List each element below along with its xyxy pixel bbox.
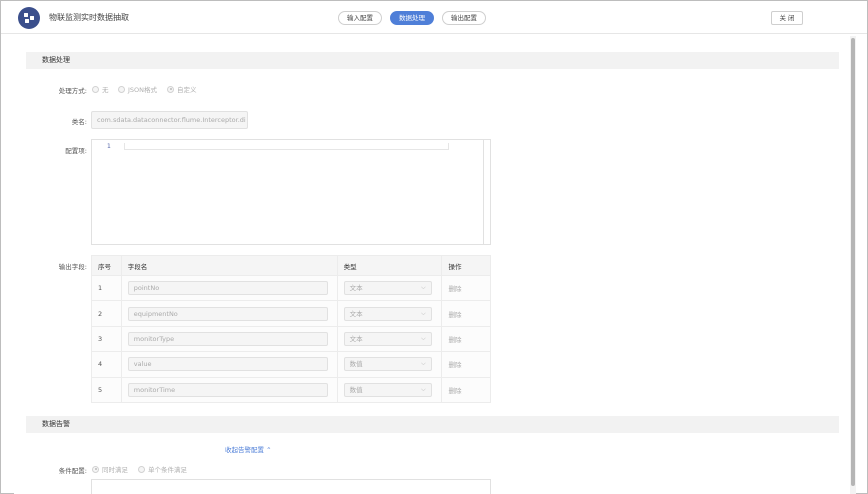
radio-label: JSON格式	[128, 86, 158, 94]
delete-link[interactable]: 删除	[448, 387, 461, 395]
row-index: 2	[91, 300, 122, 327]
col-header-field: 字段名	[120, 255, 338, 276]
output-fields-label: 输出字段:	[58, 263, 87, 271]
type-select[interactable]: 文本 ⌵	[343, 281, 432, 296]
type-cell: 文本 ⌵	[336, 274, 443, 302]
col-header-type: 类型	[336, 255, 443, 276]
row-index: 1	[91, 274, 122, 302]
type-select-value: 数值	[349, 360, 363, 369]
field-name-input[interactable]: value	[127, 357, 328, 372]
action-cell: 删除	[441, 325, 491, 353]
step-tab-input[interactable]: 输入配置	[338, 11, 382, 25]
close-button[interactable]: 关 闭	[771, 11, 803, 25]
page-scrollbar-thumb[interactable]	[851, 38, 855, 486]
table-row: 3 monitorType 文本 ⌵ 删除	[91, 325, 491, 353]
row-index: 3	[91, 325, 122, 353]
col-header-index: 序号	[91, 255, 122, 276]
field-name-input[interactable]: monitorTime	[127, 382, 328, 397]
top-header: 物联监测实时数据抽取 输入配置 数据处理 输出配置 关 闭	[1, 1, 867, 34]
step-tab-processing[interactable]: 数据处理	[390, 11, 434, 25]
col-header-action: 操作	[441, 255, 491, 276]
type-cell: 数值 ⌵	[336, 351, 443, 378]
radio-dot-selected	[92, 465, 99, 473]
type-select[interactable]: 数值 ⌵	[343, 382, 432, 397]
table-row: 1 pointNo 文本 ⌵ 删除	[91, 274, 491, 302]
radio-dot	[118, 85, 125, 93]
radio-dot	[92, 85, 99, 93]
chevron-up-icon: ⌃	[266, 446, 272, 454]
table-row: 4 value 数值 ⌵ 删除	[91, 351, 491, 378]
config-code-editor[interactable]: 1	[91, 139, 491, 245]
field-name-input[interactable]: equipmentNo	[127, 306, 328, 321]
row-index: 4	[91, 351, 122, 378]
radio-dot	[138, 465, 145, 473]
type-select[interactable]: 数值 ⌵	[343, 357, 432, 372]
action-cell: 删除	[441, 274, 491, 302]
field-name-cell: pointNo	[120, 274, 338, 302]
chevron-down-icon: ⌵	[421, 360, 426, 368]
table-row: 5 monitorTime 数值 ⌵ 删除	[91, 376, 491, 403]
radio-method-json[interactable]: JSON格式	[118, 84, 157, 94]
field-name-cell: equipmentNo	[120, 300, 338, 327]
action-cell: 删除	[441, 300, 491, 327]
radio-label: 无	[102, 86, 109, 94]
section-header-processing: 数据处理	[26, 52, 839, 69]
radio-label: 单个条件满足	[148, 466, 187, 474]
field-name-cell: monitorType	[120, 325, 338, 353]
collapse-label: 收起告警配置	[225, 446, 264, 454]
type-select-value: 文本	[349, 309, 363, 318]
type-cell: 文本 ⌵	[336, 300, 443, 327]
type-cell: 数值 ⌵	[336, 376, 443, 403]
row-index: 5	[91, 376, 122, 403]
delete-link[interactable]: 删除	[448, 361, 461, 369]
section-header-alert: 数据告警	[26, 416, 839, 433]
radio-method-custom[interactable]: 自定义	[167, 84, 197, 94]
radio-label: 同时满足	[102, 466, 128, 474]
delete-link[interactable]: 删除	[448, 336, 461, 344]
editor-scrollbar[interactable]	[483, 140, 484, 244]
radio-condition-any[interactable]: 单个条件满足	[138, 464, 187, 474]
main-content: 数据处理 处理方式: 无 JSON格式 自定义 类名: com.sdata.da…	[14, 36, 850, 494]
chevron-down-icon: ⌵	[421, 385, 426, 393]
radio-method-none[interactable]: 无	[92, 84, 109, 94]
app-title: 物联监测实时数据抽取	[49, 13, 129, 22]
collapse-alert-config-link[interactable]: 收起告警配置 ⌃	[225, 444, 272, 454]
chevron-down-icon: ⌵	[421, 334, 426, 342]
radio-label: 自定义	[177, 86, 197, 94]
line-number: 1	[107, 143, 111, 150]
table-header-row: 序号 字段名 类型 操作	[91, 255, 491, 276]
action-cell: 删除	[441, 351, 491, 378]
type-select-value: 数值	[349, 385, 363, 394]
table-row: 2 equipmentNo 文本 ⌵ 删除	[91, 300, 491, 327]
config-label: 配置项:	[65, 147, 87, 155]
condition-label: 条件配置:	[58, 467, 87, 475]
field-name-input[interactable]: monitorType	[127, 331, 328, 346]
step-tab-output[interactable]: 输出配置	[442, 11, 486, 25]
field-name-cell: value	[120, 351, 338, 378]
type-cell: 文本 ⌵	[336, 325, 443, 353]
type-select[interactable]: 文本 ⌵	[343, 306, 432, 321]
condition-config-box[interactable]	[91, 479, 491, 494]
delete-link[interactable]: 删除	[448, 311, 461, 319]
field-name-input[interactable]: pointNo	[127, 281, 328, 296]
action-cell: 删除	[441, 376, 491, 403]
type-select[interactable]: 文本 ⌵	[343, 331, 432, 346]
app-logo-icon	[18, 7, 40, 29]
radio-dot-selected	[167, 85, 174, 93]
class-name-input[interactable]: com.sdata.dataconnector.flume.Intercepto…	[91, 111, 248, 129]
editor-active-line	[124, 143, 449, 150]
delete-link[interactable]: 删除	[448, 285, 461, 293]
class-label: 类名:	[71, 118, 87, 126]
type-select-value: 文本	[349, 284, 363, 293]
method-label: 处理方式:	[58, 87, 87, 95]
radio-condition-all[interactable]: 同时满足	[92, 464, 128, 474]
output-fields-table: 序号 字段名 类型 操作 1 pointNo 文本 ⌵ 删除 2 equipmen…	[91, 255, 491, 403]
chevron-down-icon: ⌵	[421, 284, 426, 292]
field-name-cell: monitorTime	[120, 376, 338, 403]
type-select-value: 文本	[349, 334, 363, 343]
chevron-down-icon: ⌵	[421, 309, 426, 317]
